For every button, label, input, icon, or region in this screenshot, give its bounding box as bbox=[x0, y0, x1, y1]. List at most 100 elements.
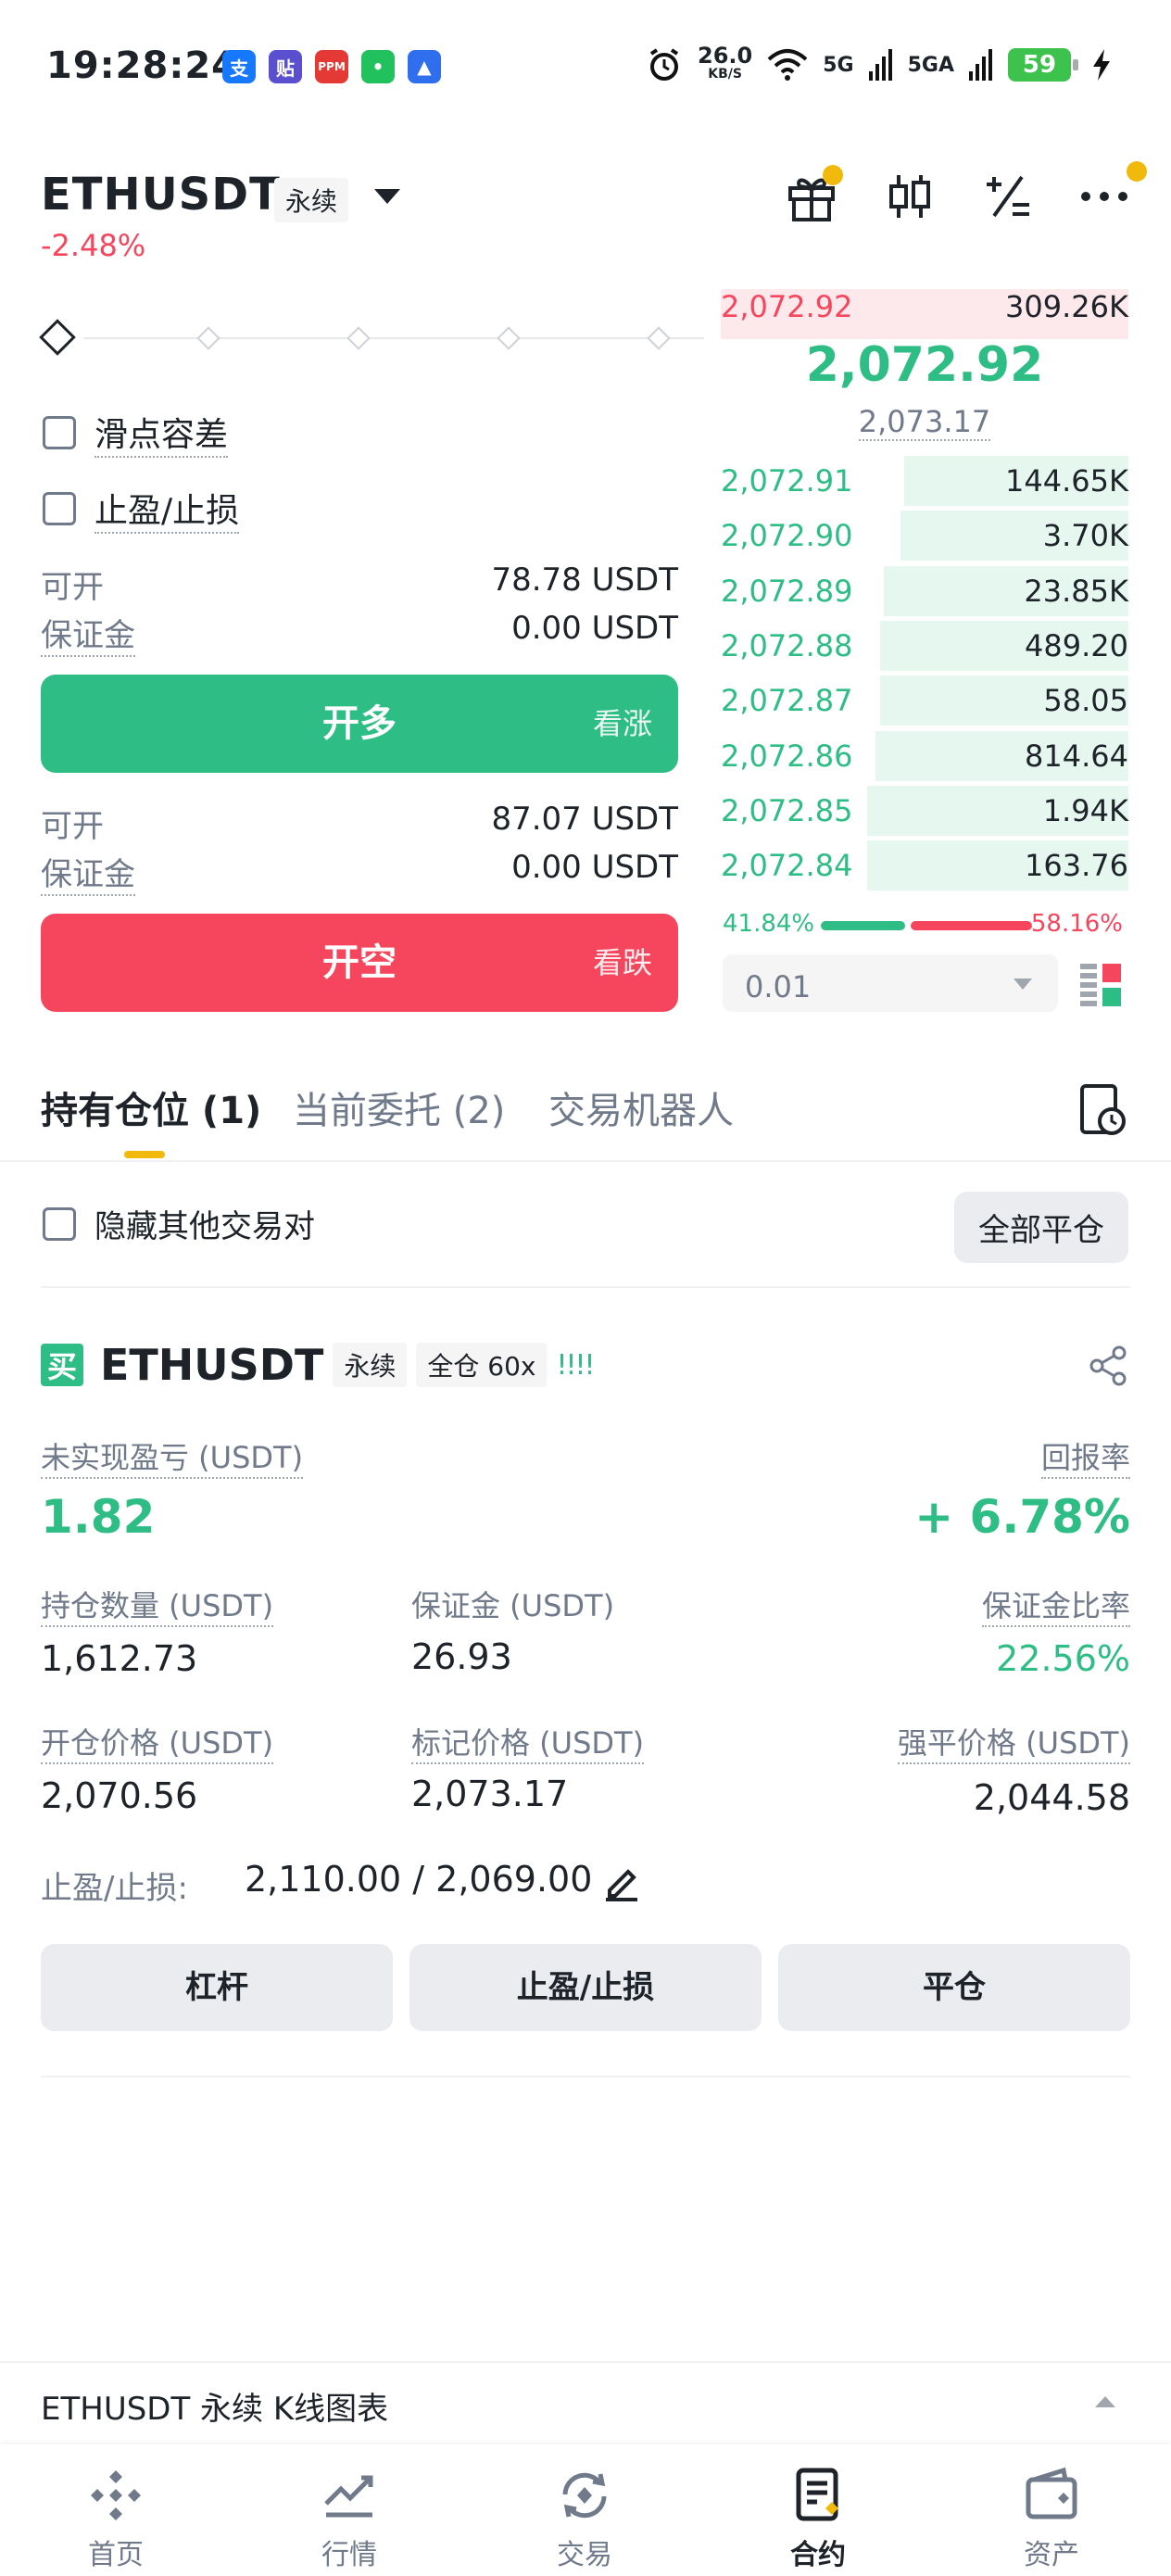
orderbook-layout-icon[interactable] bbox=[1080, 964, 1123, 1006]
bid-row[interactable]: 2,072.85 1.94K bbox=[721, 784, 1128, 838]
kline-chart-label: ETHUSDT 永续 K线图表 bbox=[41, 2391, 389, 2428]
bid-row[interactable]: 2,072.91 144.65K bbox=[721, 454, 1128, 508]
open-long-sublabel: 看涨 bbox=[592, 706, 652, 741]
position-header: 买 ETHUSDT 永续 全仓 60x !!!! bbox=[41, 1340, 596, 1390]
position-symbol[interactable]: ETHUSDT bbox=[100, 1340, 323, 1390]
bid-row[interactable]: 2,072.87 58.05 bbox=[721, 674, 1128, 727]
wifi-icon bbox=[767, 49, 808, 81]
position-margin-label: 保证金 (USDT) bbox=[411, 1588, 615, 1623]
bid-price: 2,072.85 bbox=[721, 792, 853, 828]
chevron-up-icon[interactable] bbox=[1095, 2396, 1115, 2407]
pair-dropdown-icon[interactable] bbox=[374, 189, 400, 204]
tpsl-summary-label: 止盈/止损: bbox=[41, 1870, 188, 1907]
open-short-button[interactable]: 开空 看跌 bbox=[41, 914, 678, 1012]
nav-assets[interactable]: 资产 bbox=[982, 2467, 1121, 2572]
slippage-option[interactable]: 滑点容差 bbox=[43, 408, 229, 458]
slider-tick[interactable] bbox=[196, 326, 220, 350]
buy-ratio-bar bbox=[821, 921, 905, 930]
slider-track bbox=[83, 337, 704, 339]
nav-home[interactable]: 首页 bbox=[46, 2467, 185, 2572]
ask-row[interactable]: 2,072.92 309.26K bbox=[721, 287, 1128, 341]
buy-ratio: 41.84% bbox=[723, 910, 815, 938]
long-available-row: 可开 78.78 USDT bbox=[41, 562, 678, 607]
short-available-row: 可开 87.07 USDT bbox=[41, 801, 678, 846]
share-icon[interactable] bbox=[1088, 1345, 1128, 1386]
chart-button[interactable] bbox=[880, 167, 939, 226]
tab-open-orders[interactable]: 当前委托 (2) bbox=[293, 1080, 505, 1134]
alarm-icon bbox=[649, 48, 679, 81]
nav-futures[interactable]: 合约 bbox=[749, 2467, 888, 2572]
amount-slider[interactable] bbox=[39, 319, 704, 358]
tpsl-button[interactable]: 止盈/止损 bbox=[409, 1944, 762, 2031]
gift-button[interactable] bbox=[782, 165, 843, 226]
position-contract-tag: 永续 bbox=[333, 1343, 408, 1387]
net-speed: 26.0 KB/S bbox=[698, 43, 753, 82]
available-label: 可开 bbox=[41, 808, 104, 845]
liquidation-price-label: 强平价格 (USDT) bbox=[897, 1720, 1130, 1764]
markets-icon bbox=[324, 2475, 373, 2518]
bid-qty: 814.64 bbox=[1025, 738, 1128, 774]
tpsl-option[interactable]: 止盈/止损 bbox=[43, 484, 240, 534]
tab-positions[interactable]: 持有仓位 (1) bbox=[41, 1080, 261, 1134]
pair-symbol[interactable]: ETHUSDT bbox=[41, 169, 281, 221]
slider-tick[interactable] bbox=[647, 326, 671, 350]
chevron-down-icon bbox=[1014, 979, 1032, 990]
position-margin-value: 26.93 bbox=[411, 1636, 512, 1677]
edit-icon[interactable] bbox=[602, 1863, 641, 1901]
bid-row[interactable]: 2,072.86 814.64 bbox=[721, 729, 1128, 783]
position-size-label: 持仓数量 (USDT) bbox=[41, 1583, 274, 1627]
close-position-button[interactable]: 平仓 bbox=[778, 1944, 1130, 2031]
margin-mode-tag[interactable]: 全仓 60x bbox=[416, 1343, 548, 1387]
mark-price: 2,073.17 bbox=[858, 404, 991, 441]
margin-value: 0.00 USDT bbox=[511, 610, 678, 647]
bid-price: 2,072.87 bbox=[721, 683, 853, 719]
calculator-button[interactable] bbox=[978, 167, 1038, 226]
bid-qty: 1.94K bbox=[1042, 792, 1128, 828]
tpsl-checkbox[interactable] bbox=[43, 492, 76, 525]
sell-ratio-bar bbox=[911, 921, 1032, 930]
nav-trade[interactable]: 交易 bbox=[515, 2467, 654, 2572]
trade-icon bbox=[562, 2472, 607, 2519]
tpsl-summary-value: 2,110.00 / 2,069.00 bbox=[245, 1859, 593, 1900]
bid-row[interactable]: 2,072.88 489.20 bbox=[721, 619, 1128, 673]
nav-markets[interactable]: 行情 bbox=[280, 2467, 419, 2572]
slider-handle[interactable] bbox=[39, 319, 76, 356]
divider bbox=[41, 1286, 1130, 1288]
last-price[interactable]: 2,072.92 bbox=[721, 337, 1128, 393]
positions-tabs: 持有仓位 (1) 当前委托 (2) 交易机器人 bbox=[0, 1064, 1171, 1162]
precision-select[interactable]: 0.01 bbox=[723, 954, 1058, 1012]
notification-dot bbox=[1127, 161, 1147, 182]
sell-ratio: 58.16% bbox=[1030, 910, 1123, 938]
margin-ratio-value: 22.56% bbox=[996, 1638, 1130, 1679]
home-icon bbox=[91, 2470, 141, 2520]
signal-5g-label: 5G bbox=[823, 53, 854, 77]
kline-chart-drawer[interactable]: ETHUSDT 永续 K线图表 bbox=[0, 2361, 1171, 2444]
bid-price: 2,072.86 bbox=[721, 738, 853, 774]
slider-tick[interactable] bbox=[346, 326, 371, 350]
contract-type-tag: 永续 bbox=[274, 178, 349, 222]
hide-other-pairs-option[interactable]: 隐藏其他交易对 bbox=[43, 1201, 315, 1246]
tab-trading-bots[interactable]: 交易机器人 bbox=[548, 1080, 734, 1134]
close-all-button[interactable]: 全部平仓 bbox=[954, 1192, 1128, 1263]
more-button[interactable] bbox=[1075, 161, 1147, 226]
active-tab-indicator bbox=[124, 1151, 165, 1158]
unrealized-pnl-value: 1.82 bbox=[41, 1490, 156, 1544]
leverage-button[interactable]: 杠杆 bbox=[41, 1944, 393, 2031]
slider-tick[interactable] bbox=[497, 326, 521, 350]
order-history-icon[interactable] bbox=[1078, 1082, 1127, 1136]
bid-row[interactable]: 2,072.84 163.76 bbox=[721, 839, 1128, 892]
hide-others-checkbox[interactable] bbox=[43, 1206, 76, 1241]
slippage-checkbox[interactable] bbox=[43, 416, 76, 449]
bid-price: 2,072.84 bbox=[721, 848, 853, 884]
price-change: -2.48% bbox=[41, 228, 146, 263]
bid-row[interactable]: 2,072.90 3.70K bbox=[721, 509, 1128, 562]
long-margin-row: 保证金 0.00 USDT bbox=[41, 610, 678, 657]
bid-row[interactable]: 2,072.89 23.85K bbox=[721, 564, 1128, 618]
bid-price: 2,072.89 bbox=[721, 573, 853, 609]
adl-indicator: !!!! bbox=[556, 1348, 595, 1382]
margin-label: 保证金 bbox=[41, 610, 135, 657]
open-long-button[interactable]: 开多 看涨 bbox=[41, 675, 678, 773]
position-size-value: 1,612.73 bbox=[41, 1638, 198, 1679]
available-value: 78.78 USDT bbox=[491, 562, 678, 599]
notification-dot bbox=[823, 165, 843, 185]
